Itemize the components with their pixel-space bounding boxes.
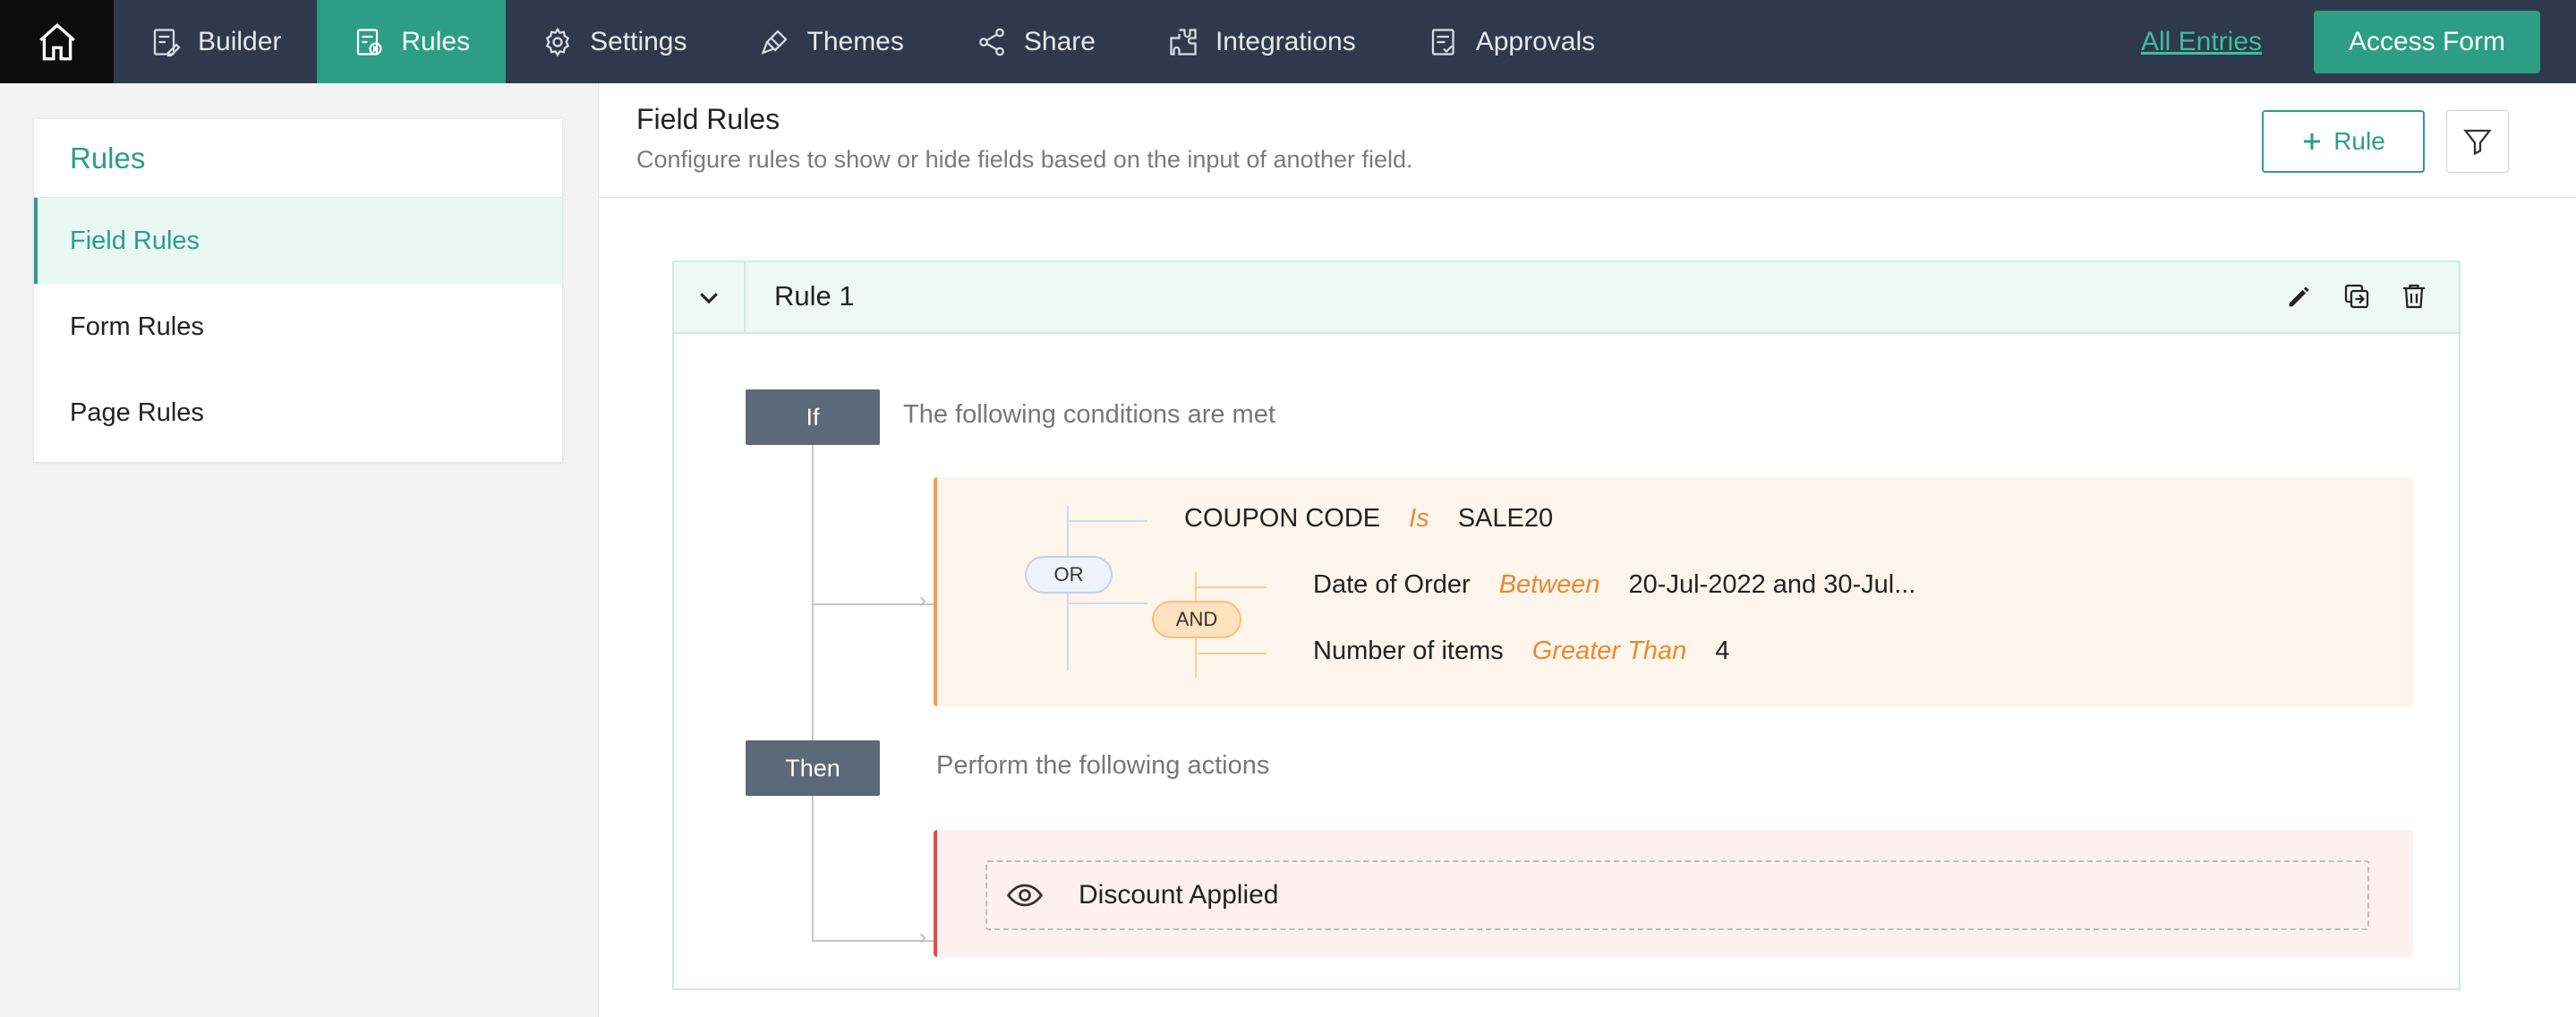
edit-button[interactable]	[2282, 278, 2317, 314]
condition-row: Date of Order Between 20-Jul-2022 and 30…	[1313, 570, 1915, 600]
gear-icon	[545, 27, 570, 56]
nav-approvals[interactable]: Approvals	[1392, 0, 1631, 83]
nav-themes-label: Themes	[806, 26, 904, 56]
rule-name: Rule 1	[774, 280, 855, 312]
main-panel: Field Rules Configure rules to show or h…	[598, 83, 2576, 1017]
delete-button[interactable]	[2396, 278, 2432, 314]
condition-value: 4	[1715, 637, 1730, 665]
action-label: Discount Applied	[1079, 880, 1279, 910]
conditions-box: OR AND COUPON CODE Is SALE20 Date of Ord…	[934, 477, 2413, 706]
condition-operator: Between	[1498, 570, 1600, 599]
page-title: Field Rules	[636, 103, 780, 135]
condition-value: 20-Jul-2022 and 30-Jul...	[1628, 570, 1916, 599]
condition-value: SALE20	[1457, 504, 1554, 533]
main-header: Field Rules Configure rules to show or h…	[599, 83, 2576, 198]
actions-box: Discount Applied	[934, 830, 2413, 957]
builder-icon	[153, 28, 181, 56]
action-item[interactable]: Discount Applied	[985, 860, 2369, 930]
tree-connector-to-conditions	[812, 603, 934, 605]
home-button[interactable]	[0, 0, 114, 83]
conditions-caption: The following conditions are met	[903, 400, 1275, 429]
nav-rules[interactable]: Rules	[317, 0, 507, 83]
duplicate-button[interactable]	[2339, 278, 2375, 314]
approvals-icon	[1431, 28, 1454, 56]
condition-field: Number of items	[1313, 637, 1504, 665]
condition-row: Number of items Greater Than 4	[1313, 637, 1729, 666]
nav-share-label: Share	[1023, 26, 1096, 56]
tree-connector-vertical	[812, 445, 814, 941]
rule-card: Rule 1 › › If The following conditions a…	[672, 261, 2461, 990]
then-tag: Then	[746, 740, 880, 796]
nav-share[interactable]: Share	[940, 0, 1131, 83]
rule-actions	[2282, 278, 2432, 314]
tree-connector-to-actions	[812, 940, 934, 942]
nav-rules-label: Rules	[401, 26, 471, 56]
duplicate-icon	[2344, 284, 2369, 309]
nav-builder-label: Builder	[198, 26, 282, 56]
trash-icon	[2403, 284, 2425, 309]
chevron-down-icon	[700, 293, 718, 304]
arrow-right-icon: ›	[919, 925, 926, 949]
or-branch-bottom	[1067, 603, 1147, 604]
rule-header: Rule 1	[674, 262, 2459, 334]
nav-settings-label: Settings	[590, 26, 687, 56]
home-icon	[38, 22, 75, 60]
add-rule-button[interactable]: Rule	[2262, 110, 2425, 173]
pencil-icon	[2289, 286, 2309, 307]
arrow-right-icon: ›	[919, 588, 926, 612]
nav-integrations-label: Integrations	[1215, 26, 1356, 56]
actions-caption: Perform the following actions	[936, 751, 1270, 780]
add-rule-label: Rule	[2333, 127, 2385, 155]
condition-field: Date of Order	[1313, 570, 1471, 599]
filter-button[interactable]	[2446, 110, 2509, 173]
nav-builder[interactable]: Builder	[114, 0, 317, 83]
filter-icon	[2463, 129, 2492, 156]
and-operator-pill: AND	[1152, 601, 1241, 638]
top-navigation: Builder Rules Settings Themes Share Inte…	[0, 0, 2576, 83]
nav-settings[interactable]: Settings	[506, 0, 722, 83]
condition-operator: Greater Than	[1531, 637, 1687, 665]
rules-icon	[357, 28, 383, 56]
sidebar-item-field-rules[interactable]: Field Rules	[34, 198, 562, 284]
if-tag: If	[746, 389, 880, 445]
and-branch-bottom	[1195, 653, 1267, 654]
plus-icon	[2304, 133, 2321, 150]
sidebar-title: Rules	[34, 119, 562, 198]
page-subtitle: Configure rules to show or hide fields b…	[636, 146, 1413, 173]
puzzle-icon	[1170, 28, 1197, 56]
nav-integrations[interactable]: Integrations	[1131, 0, 1392, 83]
nav-approvals-label: Approvals	[1475, 26, 1596, 56]
rules-sidebar: Rules Field Rules Form Rules Page Rules	[34, 119, 562, 462]
sidebar-item-page-rules[interactable]: Page Rules	[34, 370, 562, 456]
condition-field: COUPON CODE	[1184, 504, 1381, 533]
share-icon	[979, 28, 1004, 56]
or-branch-top	[1067, 520, 1147, 522]
eye-icon	[1007, 884, 1043, 907]
and-branch-top	[1195, 586, 1267, 588]
brush-icon	[761, 29, 788, 55]
nav-themes[interactable]: Themes	[723, 0, 940, 83]
condition-row: COUPON CODE Is SALE20	[1184, 504, 1553, 534]
sidebar-item-form-rules[interactable]: Form Rules	[34, 284, 562, 370]
condition-operator: Is	[1409, 504, 1429, 533]
all-entries-link[interactable]: All Entries	[2141, 27, 2262, 57]
access-form-button[interactable]: Access Form	[2314, 10, 2540, 73]
or-operator-pill: OR	[1025, 556, 1113, 594]
collapse-button[interactable]	[674, 262, 746, 332]
